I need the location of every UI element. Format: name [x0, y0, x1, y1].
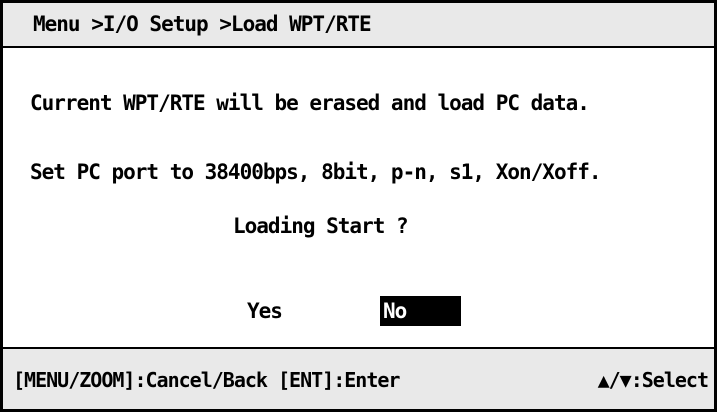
title-bar: Menu >I/O Setup >Load WPT/RTE — [3, 3, 714, 48]
dialog-window: Menu >I/O Setup >Load WPT/RTE Current WP… — [0, 0, 717, 412]
loading-prompt: Loading Start ? — [233, 214, 409, 238]
key-hints: [MENU/ZOOM]:Cancel/Back [ENT]:Enter — [13, 368, 400, 392]
warning-message: Current WPT/RTE will be erased and load … — [30, 91, 590, 115]
breadcrumb: Menu >I/O Setup >Load WPT/RTE — [33, 12, 372, 36]
port-settings-message: Set PC port to 38400bps, 8bit, p-n, s1, … — [30, 160, 602, 184]
select-hint: ▲/▼:Select — [597, 368, 709, 392]
yes-button[interactable]: Yes — [247, 296, 283, 326]
no-button[interactable]: No — [380, 296, 461, 326]
footer-bar: [MENU/ZOOM]:Cancel/Back [ENT]:Enter ▲/▼:… — [3, 347, 714, 409]
